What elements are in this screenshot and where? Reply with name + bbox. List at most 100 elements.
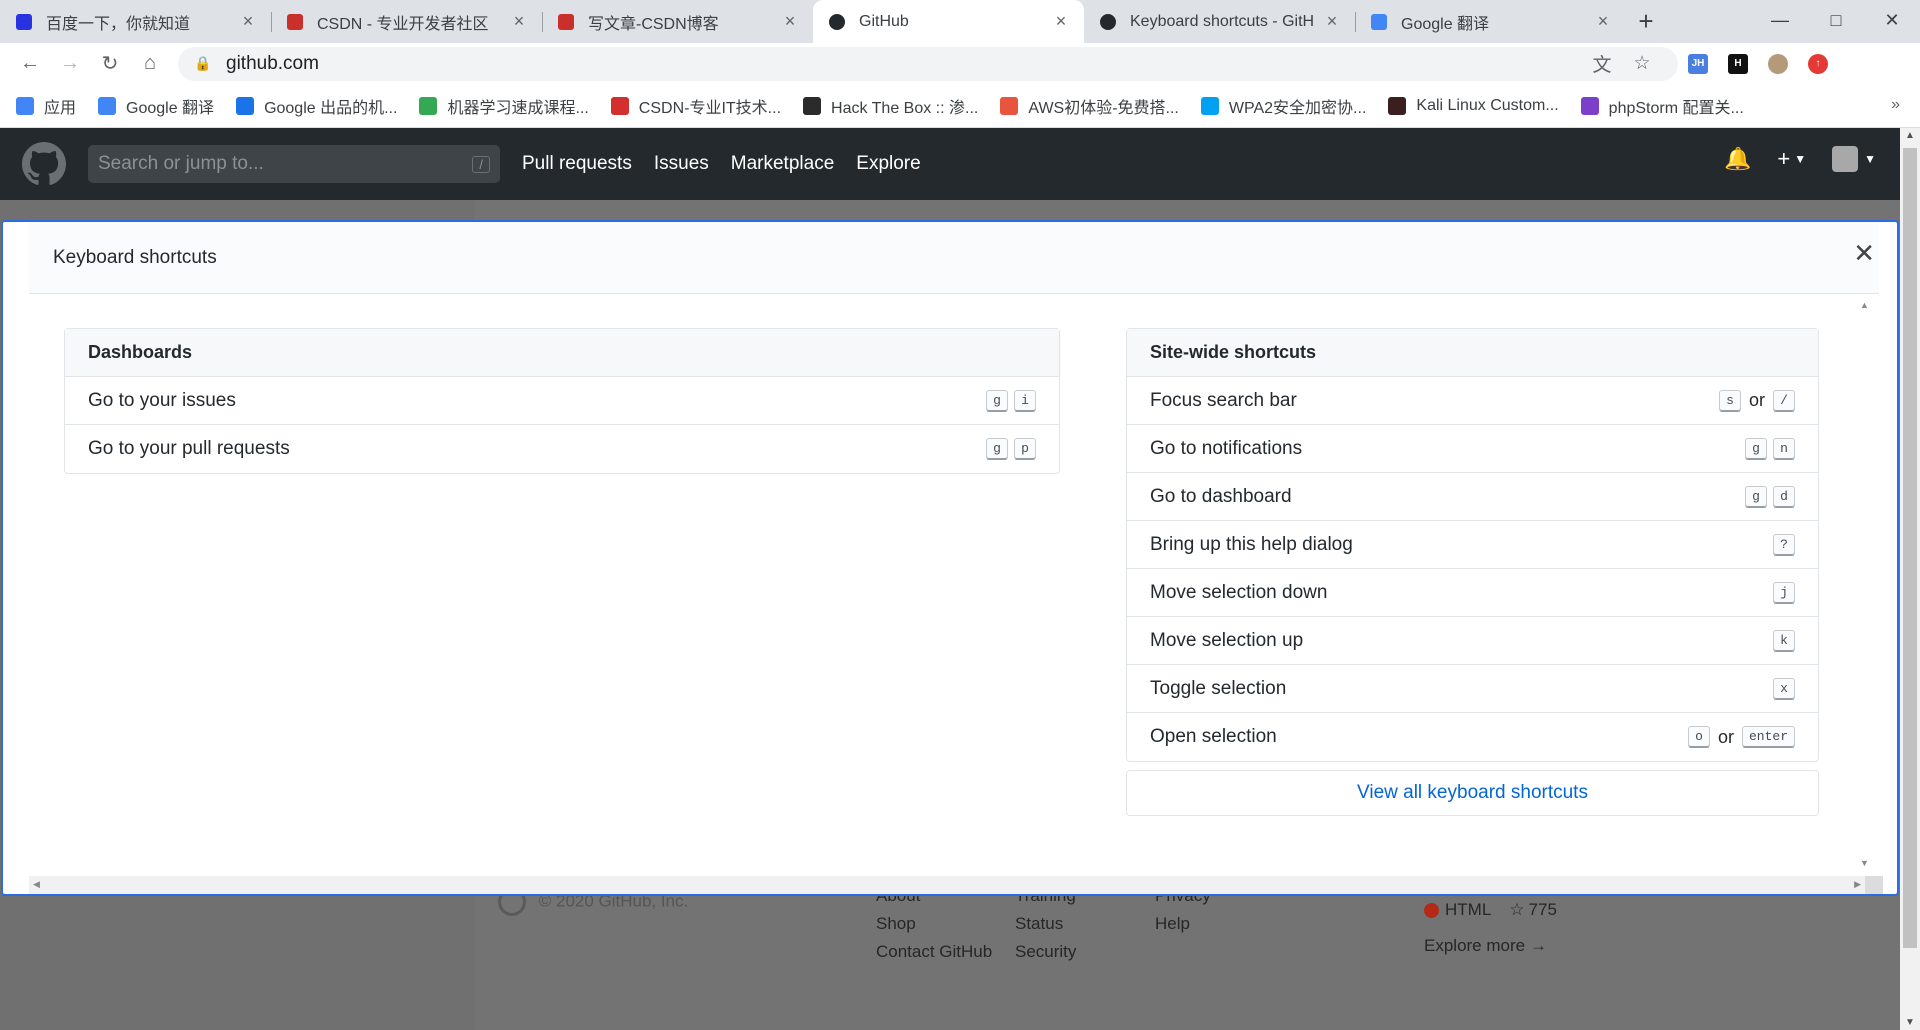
browser-tab[interactable]: Keyboard shortcuts - GitHub × <box>1084 0 1355 43</box>
translate-icon[interactable]: 文 <box>1582 50 1622 77</box>
profile-avatar-icon[interactable] <box>1758 47 1798 81</box>
dialog-vertical-scrollbar[interactable]: ▲ ▼ <box>1857 296 1873 872</box>
bookmarks-overflow-icon[interactable]: » <box>1891 96 1900 114</box>
google-icon <box>236 96 255 115</box>
hackthebox-icon <box>803 96 822 115</box>
browser-tab[interactable]: 写文章-CSDN博客 × <box>542 0 813 43</box>
footer-repo-stats: HTML ☆ 775 Explore more → <box>1424 900 1557 964</box>
tab-close-icon[interactable]: × <box>1052 11 1070 32</box>
google-translate-icon <box>98 96 117 115</box>
csdn-icon <box>285 12 305 32</box>
key-cap: p <box>1014 438 1036 460</box>
shortcut-keys: s or / <box>1713 389 1795 412</box>
browser-tab[interactable]: 百度一下，你就知道 × <box>0 0 271 43</box>
footer-link[interactable]: Help <box>1155 914 1211 934</box>
new-tab-button[interactable]: + <box>1626 0 1666 43</box>
back-button[interactable]: ← <box>10 47 50 81</box>
address-bar[interactable]: 🔒 github.com 文 ☆ <box>178 46 1678 81</box>
footer-link[interactable]: Status <box>1015 914 1076 934</box>
shortcut-label: Go to your pull requests <box>88 438 290 459</box>
bookmark-item[interactable]: 机器学习速成课程... <box>419 94 589 118</box>
maximize-button[interactable]: □ <box>1808 0 1864 40</box>
bookmark-star-icon[interactable]: ☆ <box>1622 52 1662 75</box>
close-icon[interactable]: ✕ <box>1853 238 1875 269</box>
shortcut-row: Move selection down j <box>1127 569 1818 617</box>
home-button[interactable]: ⌂ <box>130 47 170 81</box>
shortcut-label: Move selection down <box>1150 581 1328 603</box>
tab-title: Keyboard shortcuts - GitHub <box>1130 12 1315 30</box>
phpstorm-icon <box>1580 96 1599 115</box>
dialog-scroll-up-icon[interactable]: ▲ <box>1860 300 1869 310</box>
key-cap: i <box>1014 389 1036 412</box>
bookmark-label: 应用 <box>44 99 77 117</box>
bookmark-item[interactable]: phpStorm 配置关... <box>1580 94 1744 118</box>
dialog-horizontal-scrollbar[interactable]: ◀ ▶ <box>29 876 1883 894</box>
dialog-scroll-right-icon[interactable]: ▶ <box>1854 879 1861 890</box>
minimize-button[interactable]: — <box>1752 0 1808 40</box>
github-icon <box>827 12 847 32</box>
view-all-shortcuts-link[interactable]: View all keyboard shortcuts <box>1126 770 1819 816</box>
shortcut-keys: k <box>1767 629 1795 652</box>
shortcut-label: Bring up this help dialog <box>1150 533 1353 555</box>
shortcut-row: Go to dashboard g d <box>1127 473 1818 521</box>
bookmark-item[interactable]: Kali Linux Custom... <box>1388 96 1559 115</box>
key-cap: s <box>1718 389 1741 412</box>
bookmark-label: Google 出品的机... <box>264 99 398 117</box>
extension-h-icon[interactable]: H <box>1718 47 1758 81</box>
tab-close-icon[interactable]: × <box>1323 11 1341 32</box>
or-text: or <box>1748 390 1765 410</box>
extension-red-icon[interactable]: ↑ <box>1798 47 1838 81</box>
baidu-icon <box>14 12 34 32</box>
close-window-button[interactable]: ✕ <box>1864 0 1920 40</box>
extension-jh-icon[interactable]: JH <box>1678 47 1718 81</box>
dialog-scroll-down-icon[interactable]: ▼ <box>1860 858 1869 868</box>
shortcut-label: Open selection <box>1150 726 1277 747</box>
bookmark-item[interactable]: AWS初体验-免费搭... <box>1000 94 1179 118</box>
tab-close-icon[interactable]: × <box>781 11 799 32</box>
bookmark-item[interactable]: Google 出品的机... <box>236 94 397 118</box>
dialog-scroll-left-icon[interactable]: ◀ <box>33 879 40 890</box>
browser-tab-strip: 百度一下，你就知道 × CSDN - 专业开发者社区 × 写文章-CSDN博客 × GitH… <box>0 0 1920 43</box>
shortcut-row: Move selection up k <box>1127 617 1818 665</box>
shortcut-label: Toggle selection <box>1150 677 1287 699</box>
shortcut-label: Move selection up <box>1150 629 1304 651</box>
shortcut-row: Go to your issues g i <box>65 377 1059 425</box>
bookmarks-bar: 应用 Google 翻译 Google 出品的机... 机器学习速成课程... CSDN… <box>0 84 1920 128</box>
dashboards-panel-title: Dashboards <box>65 329 1059 377</box>
browser-tab[interactable]: Google 翻译 × <box>1355 0 1626 43</box>
page-scrollbar[interactable]: ▲ ▼ <box>1900 128 1920 1030</box>
scroll-down-arrow-icon[interactable]: ▼ <box>1905 1017 1915 1028</box>
footer-link[interactable]: Contact GitHub <box>876 942 992 962</box>
browser-tab[interactable]: GitHub × <box>813 0 1084 43</box>
tab-title: 写文章-CSDN博客 <box>588 15 719 33</box>
bookmark-item[interactable]: Hack The Box :: 渗... <box>803 94 978 118</box>
scroll-up-arrow-icon[interactable]: ▲ <box>1905 130 1915 141</box>
globe-icon <box>1200 96 1219 115</box>
bookmark-item[interactable]: Google 翻译 <box>98 94 214 118</box>
key-cap: g <box>986 389 1008 412</box>
sitewide-panel-title: Site-wide shortcuts <box>1127 329 1818 377</box>
shortcut-keys: x <box>1767 677 1795 700</box>
browser-tab[interactable]: CSDN - 专业开发者社区 × <box>271 0 542 43</box>
explore-more-link[interactable]: Explore more → <box>1424 936 1557 956</box>
bookmark-label: Google 翻译 <box>126 99 215 117</box>
url-text: github.com <box>226 52 319 74</box>
page-scrollbar-thumb[interactable] <box>1903 148 1917 948</box>
tab-close-icon[interactable]: × <box>510 11 528 32</box>
csdn-icon <box>556 12 576 32</box>
shortcut-row: Open selection o or enter <box>1127 713 1818 761</box>
csdn-icon <box>610 96 629 115</box>
tab-close-icon[interactable]: × <box>1594 11 1612 32</box>
bookmark-item[interactable]: 应用 <box>16 94 76 118</box>
shortcut-row: Go to your pull requests g p <box>65 425 1059 473</box>
bookmark-item[interactable]: WPA2安全加密协... <box>1200 94 1366 118</box>
reload-button[interactable]: ↻ <box>90 47 130 81</box>
shortcut-row: Go to notifications g n <box>1127 425 1818 473</box>
shortcut-keys: j <box>1767 581 1795 604</box>
bookmark-item[interactable]: CSDN-专业IT技术... <box>610 94 781 118</box>
footer-link[interactable]: Security <box>1015 942 1076 962</box>
tab-close-icon[interactable]: × <box>239 11 257 32</box>
forward-button[interactable]: → <box>50 47 90 81</box>
footer-link[interactable]: Shop <box>876 914 992 934</box>
ml-course-icon <box>419 96 438 115</box>
